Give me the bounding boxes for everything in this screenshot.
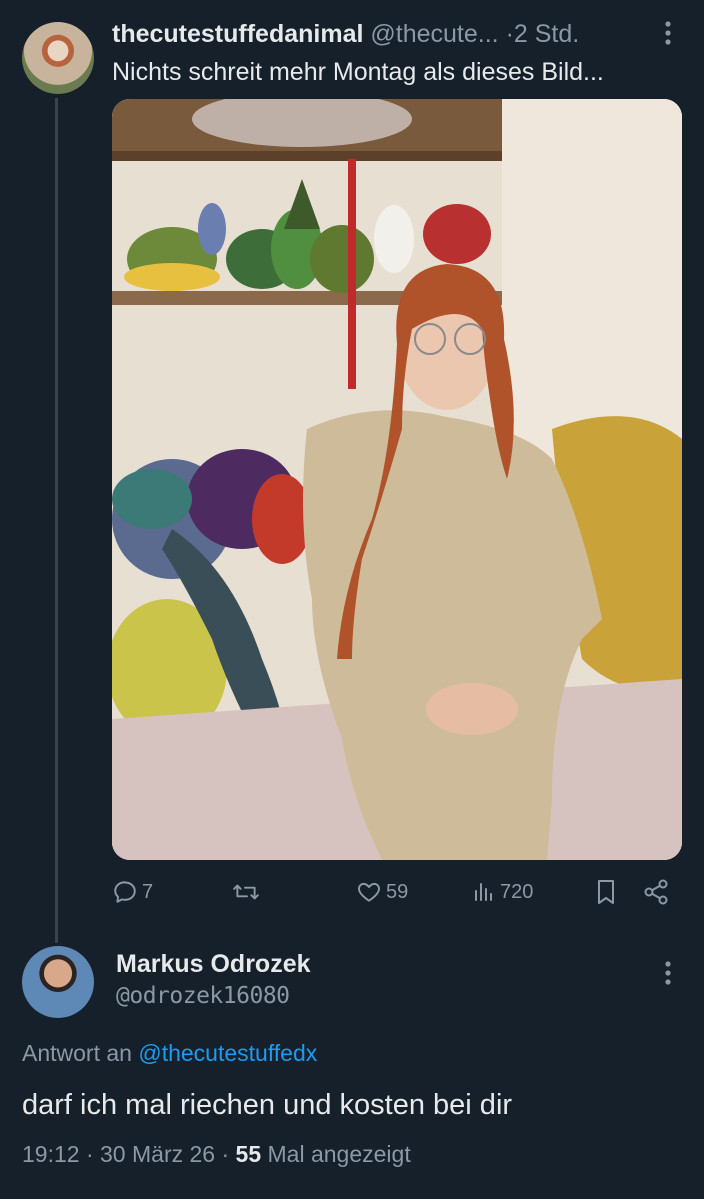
retweet-button[interactable] xyxy=(232,872,264,912)
reply-to-prefix: Antwort an xyxy=(22,1040,132,1066)
reply-meta: 19:12 · 30 März 26 · 55 Mal angezeigt xyxy=(22,1139,411,1169)
reply-author-name[interactable]: Markus Odrozek xyxy=(116,948,311,980)
reply-to-line: Antwort an @thecutestuffedx xyxy=(22,1038,317,1068)
share-icon xyxy=(644,879,668,905)
like-button[interactable]: 59 xyxy=(356,872,408,912)
reply-icon xyxy=(114,881,136,903)
photo-illustration xyxy=(112,99,682,860)
reply-views-suffix: Mal angezeigt xyxy=(267,1141,411,1167)
views-icon xyxy=(475,883,492,901)
author-display-name[interactable]: thecutestuffedanimal xyxy=(112,20,363,48)
reply-author-handle[interactable]: @odrozek16080 xyxy=(116,981,290,1011)
header-separator: · xyxy=(505,20,514,48)
reply-date[interactable]: 30 März 26 xyxy=(100,1141,215,1167)
bookmark-icon xyxy=(598,880,614,904)
reply-time[interactable]: 19:12 xyxy=(22,1141,80,1167)
reply-author-avatar[interactable] xyxy=(22,946,94,1018)
more-vertical-icon[interactable] xyxy=(656,960,680,990)
tweet-text: Nichts schreit mehr Montag als dieses Bi… xyxy=(112,58,604,86)
more-vertical-icon[interactable] xyxy=(656,20,680,50)
views-count: 720 xyxy=(500,880,534,903)
tweet-header: thecutestuffedanimal @thecute... ·2 Std. xyxy=(112,18,682,50)
views-button[interactable]: 720 xyxy=(472,872,533,912)
author-avatar[interactable] xyxy=(22,22,94,94)
author-handle[interactable]: @thecute... xyxy=(370,20,498,48)
meta-separator-2: · xyxy=(221,1141,230,1167)
tweet-photo[interactable] xyxy=(112,99,682,860)
reply-button[interactable]: 7 xyxy=(112,872,153,912)
reply-views-count: 55 xyxy=(235,1141,262,1167)
reply-to-mention[interactable]: @thecutestuffedx xyxy=(138,1040,317,1066)
like-count: 59 xyxy=(386,880,409,903)
retweet-icon xyxy=(233,884,259,900)
tweet-time[interactable]: 2 Std. xyxy=(514,20,579,48)
reply-text: darf ich mal riechen und kosten bei dir xyxy=(22,1089,513,1121)
reply-count: 7 xyxy=(142,880,154,903)
heart-icon xyxy=(358,882,380,902)
tweet-actions: 7 59 720 xyxy=(112,872,682,912)
bookmark-button[interactable] xyxy=(594,872,618,912)
meta-separator-1: · xyxy=(85,1141,94,1167)
share-button[interactable] xyxy=(642,872,670,912)
thread-line xyxy=(55,98,58,943)
